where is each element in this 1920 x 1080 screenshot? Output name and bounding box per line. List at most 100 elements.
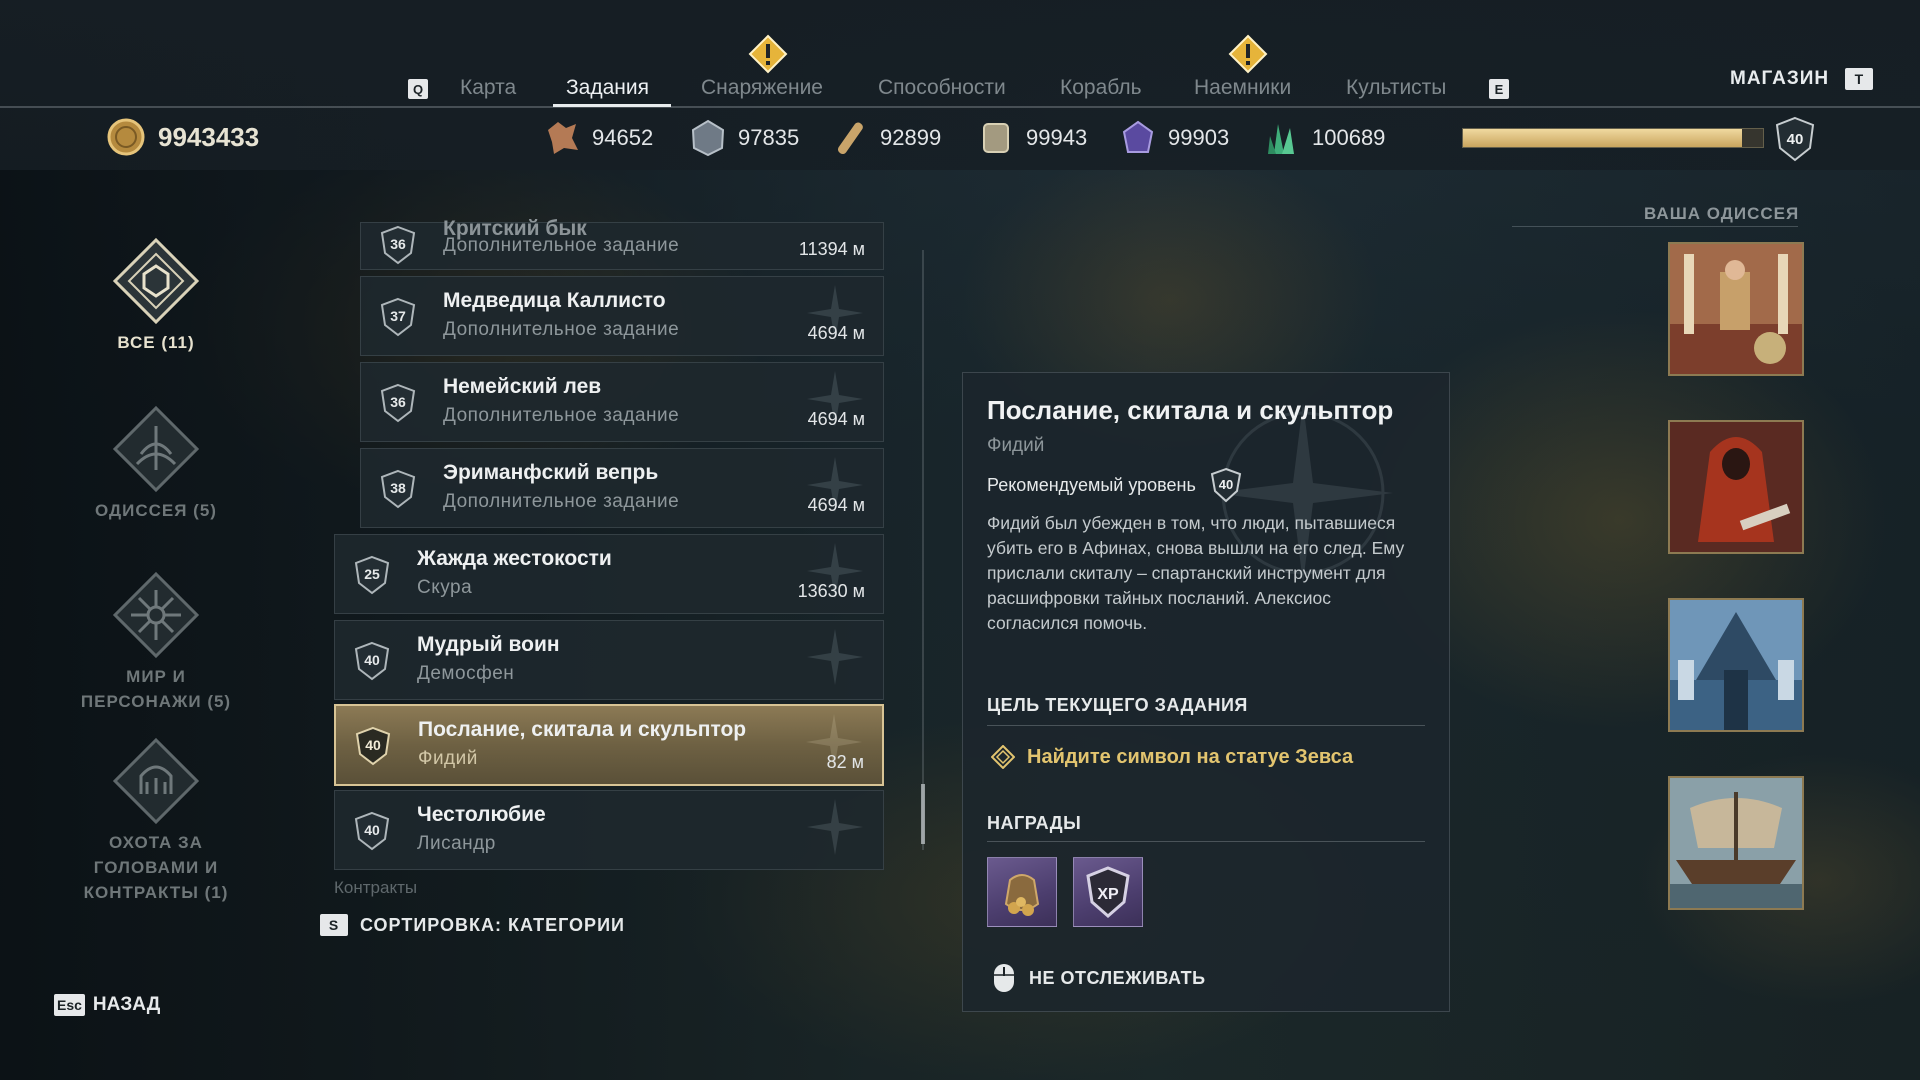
tab-equipment[interactable]: Снаряжение [701,76,823,100]
quest-row[interactable]: 36 Критский бык Дополнительное задание 1… [360,217,884,270]
svg-text:36: 36 [390,394,406,410]
resource-value: 97835 [738,125,800,150]
quest-level-shield: 40 [355,726,391,766]
compass-star-icon [807,799,863,855]
odyssey-chapter-palace-icon [1670,244,1802,374]
quest-row[interactable]: 36 Немейский лев Дополнительное задание … [360,362,884,442]
back-key: Esc [54,994,85,1016]
objective-text: Найдите символ на статуе Зевса [1027,745,1354,768]
back-label: НАЗАД [92,994,161,1015]
resource-obsidian: 99903 [1118,118,1229,158]
quest-list-scroll-thumb[interactable] [921,784,925,844]
odyssey-chapter-card[interactable] [1668,242,1804,376]
quest-row[interactable]: 37 Медведица Каллисто Дополнительное зад… [360,276,884,356]
world-characters-emblem-icon [112,571,200,659]
drachmae-value: 9943433 [158,121,260,152]
shop-button[interactable]: МАГАЗИН T [1730,68,1874,90]
quest-level-shield: 40 [354,641,390,681]
category-world-characters[interactable]: МИР И ПЕРСОНАЖИ (5) [66,570,246,714]
quest-row[interactable]: 38 Эриманфский вепрь Дополнительное зада… [360,448,884,528]
recommended-level-label: Рекомендуемый уровень [987,474,1196,495]
wood-icon [837,122,863,155]
svg-text:37: 37 [390,308,406,324]
active-tab-indicator [553,104,671,107]
leather-icon [548,122,578,154]
svg-text:40: 40 [364,652,380,668]
tab-abilities[interactable]: Способности [878,76,1006,100]
untrack-label: НЕ ОТСЛЕЖИВАТЬ [1029,967,1206,988]
quest-name: Эриманфский вепрь [443,461,659,484]
tab-quests[interactable]: Задания [566,76,649,100]
category-label: ОХОТА ЗА ГОЛОВАМИ И КОНТРАКТЫ (1) [83,833,229,902]
quest-detail-giver: Фидий [987,435,1045,456]
drachmae-counter: 9943433 [106,117,259,157]
quest-giver: Скура [417,577,473,598]
current-objective: Найдите символ на статуе Зевса [991,745,1353,769]
svg-text:40: 40 [365,737,381,753]
quest-type: Дополнительное задание [443,319,680,340]
category-label: ВСЕ (11) [117,333,195,352]
odyssey-chapter-card[interactable] [1668,776,1804,910]
tab-cultists[interactable]: Культисты [1346,76,1446,100]
svg-text:36: 36 [390,236,406,252]
svg-text:25: 25 [364,566,380,582]
next-tab-key[interactable]: E [1489,79,1509,99]
resource-iron: 97835 [688,118,799,158]
player-level-value: 40 [1787,131,1804,148]
top-bar-divider [0,106,1920,108]
xp-progress-fill [1463,129,1742,147]
quest-name: Медведица Каллисто [443,289,666,312]
reward-drachmae[interactable] [987,857,1057,927]
tab-mercenaries[interactable]: Наемники [1194,76,1291,100]
back-button[interactable]: Esc НАЗАД [54,994,160,1016]
quest-row[interactable]: 40 Мудрый воин Демосфен [334,620,884,700]
xp-progress-bar [1462,128,1764,148]
xp-icon: XP [1086,866,1130,918]
bronze-icon [983,123,1009,153]
sort-button[interactable]: S СОРТИРОВКА: КАТЕГОРИИ [320,914,625,936]
prev-tab-key[interactable]: Q [408,79,428,99]
quest-level-shield: 38 [380,469,416,509]
quest-row-selected[interactable]: 40 Послание, скитала и скульптор Фидий 8… [334,704,884,786]
iron-ore-icon [691,119,725,157]
resource-value: 94652 [592,125,654,150]
quest-detail-panel: Послание, скитала и скульптор Фидий Реко… [962,372,1450,1012]
alert-icon-mercenaries [1228,34,1268,74]
quest-name: Послание, скитала и скульптор [418,718,747,741]
quest-distance: 4694 м [807,323,865,343]
quest-row[interactable]: 25 Жажда жестокости Скура 13630 м [334,534,884,614]
crystal-icon [1268,124,1294,154]
category-label: МИР И ПЕРСОНАЖИ (5) [80,667,232,711]
recommended-level-value: 40 [1219,477,1233,492]
sort-label: СОРТИРОВКА: КАТЕГОРИИ [360,914,625,935]
quest-type: Дополнительное задание [443,235,680,256]
category-bounty-contracts[interactable]: ОХОТА ЗА ГОЛОВАМИ И КОНТРАКТЫ (1) [66,736,246,905]
quest-level-shield: 37 [380,297,416,337]
resource-leather: 94652 [542,118,653,158]
category-odyssey[interactable]: ОДИССЕЯ (5) [66,404,246,523]
objective-diamond-icon [991,745,1015,769]
tab-map[interactable]: Карта [460,76,516,100]
quest-list-scrollbar[interactable] [922,250,924,850]
resource-value: 99903 [1168,125,1230,150]
quest-type: Дополнительное задание [443,491,680,512]
odyssey-chapter-card[interactable] [1668,598,1804,732]
mouse-click-icon [994,964,1014,992]
tab-ship[interactable]: Корабль [1060,76,1142,100]
all-quests-emblem-icon [112,237,200,325]
category-all[interactable]: ВСЕ (11) [66,236,246,355]
svg-text:40: 40 [364,822,380,838]
untrack-button[interactable]: НЕ ОТСЛЕЖИВАТЬ [993,963,1206,993]
reward-xp[interactable]: XP [1073,857,1143,927]
quest-distance: 4694 м [807,409,865,429]
quest-name: Честолюбие [417,803,546,826]
odyssey-chapter-atlantis-icon [1670,600,1802,730]
quest-level-shield: 36 [380,225,416,265]
quest-name: Немейский лев [443,375,602,398]
odyssey-chapter-card[interactable] [1668,420,1804,554]
resource-crystal: 100689 [1262,118,1385,158]
svg-text:38: 38 [390,480,406,496]
resource-bronze: 99943 [976,118,1087,158]
list-section-label: Контракты [334,878,418,897]
quest-row[interactable]: 40 Честолюбие Лисандр [334,790,884,870]
